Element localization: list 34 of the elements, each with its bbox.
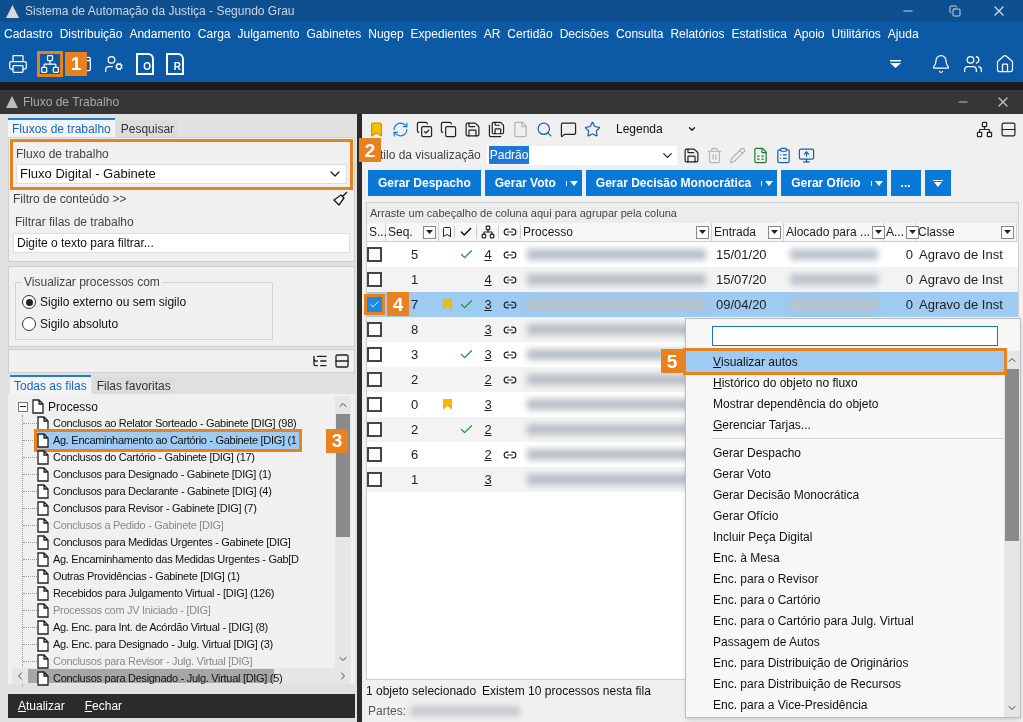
table-cell-text: 0 — [904, 295, 914, 314]
step-badge: 5 — [661, 349, 683, 373]
field-label: tilo da visualização — [380, 147, 481, 164]
group-by-hint: Arraste um cabeçalho de coluna aqui para agrupar pela coluna — [367, 203, 1018, 223]
seq-cell: 2 — [411, 371, 419, 387]
class-cell-text: Agravo de Inst — [918, 295, 1004, 314]
group-label: Visualizar processos com — [23, 274, 161, 291]
seq-cell: 6 — [411, 446, 419, 462]
window-title: Sistema de Automação da Justiça - Segundo Grau — [25, 3, 296, 20]
date-cell-text: 09/04/20 — [715, 295, 768, 314]
seq-cell: 1 — [411, 471, 419, 487]
table-cell-text: 0 — [904, 270, 914, 289]
step-badge: 3 — [326, 428, 348, 453]
class-cell-text: Agravo de Inst — [918, 245, 1004, 264]
selection-status: 1 objeto selecionado — [366, 683, 477, 700]
table-cell-text: 0 — [904, 245, 914, 264]
queue-status: Existem 10 processos nesta fila — [482, 683, 651, 700]
panel-title: Fluxo de Trabalho — [23, 94, 121, 111]
seq-cell: 2 — [411, 421, 419, 437]
date-cell-text: 15/01/20 — [715, 245, 768, 264]
date-cell-text: 15/07/20 — [715, 270, 768, 289]
field-label: Partes: — [368, 703, 406, 720]
seq-cell: 5 — [411, 246, 419, 262]
seq-cell: 0 — [411, 396, 419, 412]
step-badge: 2 — [359, 138, 381, 162]
class-cell-text: Agravo de Inst — [918, 270, 1004, 289]
step-badge: 4 — [387, 292, 409, 316]
seq-cell: 3 — [411, 346, 419, 362]
field-label: Filtrar filas de trabalho — [15, 214, 135, 231]
field-label: Fluxo de trabalho — [16, 146, 110, 163]
seq-cell: 8 — [411, 321, 419, 337]
seq-cell: 7 — [411, 296, 419, 312]
step-badge: 1 — [65, 51, 87, 76]
seq-cell: 1 — [411, 271, 419, 287]
